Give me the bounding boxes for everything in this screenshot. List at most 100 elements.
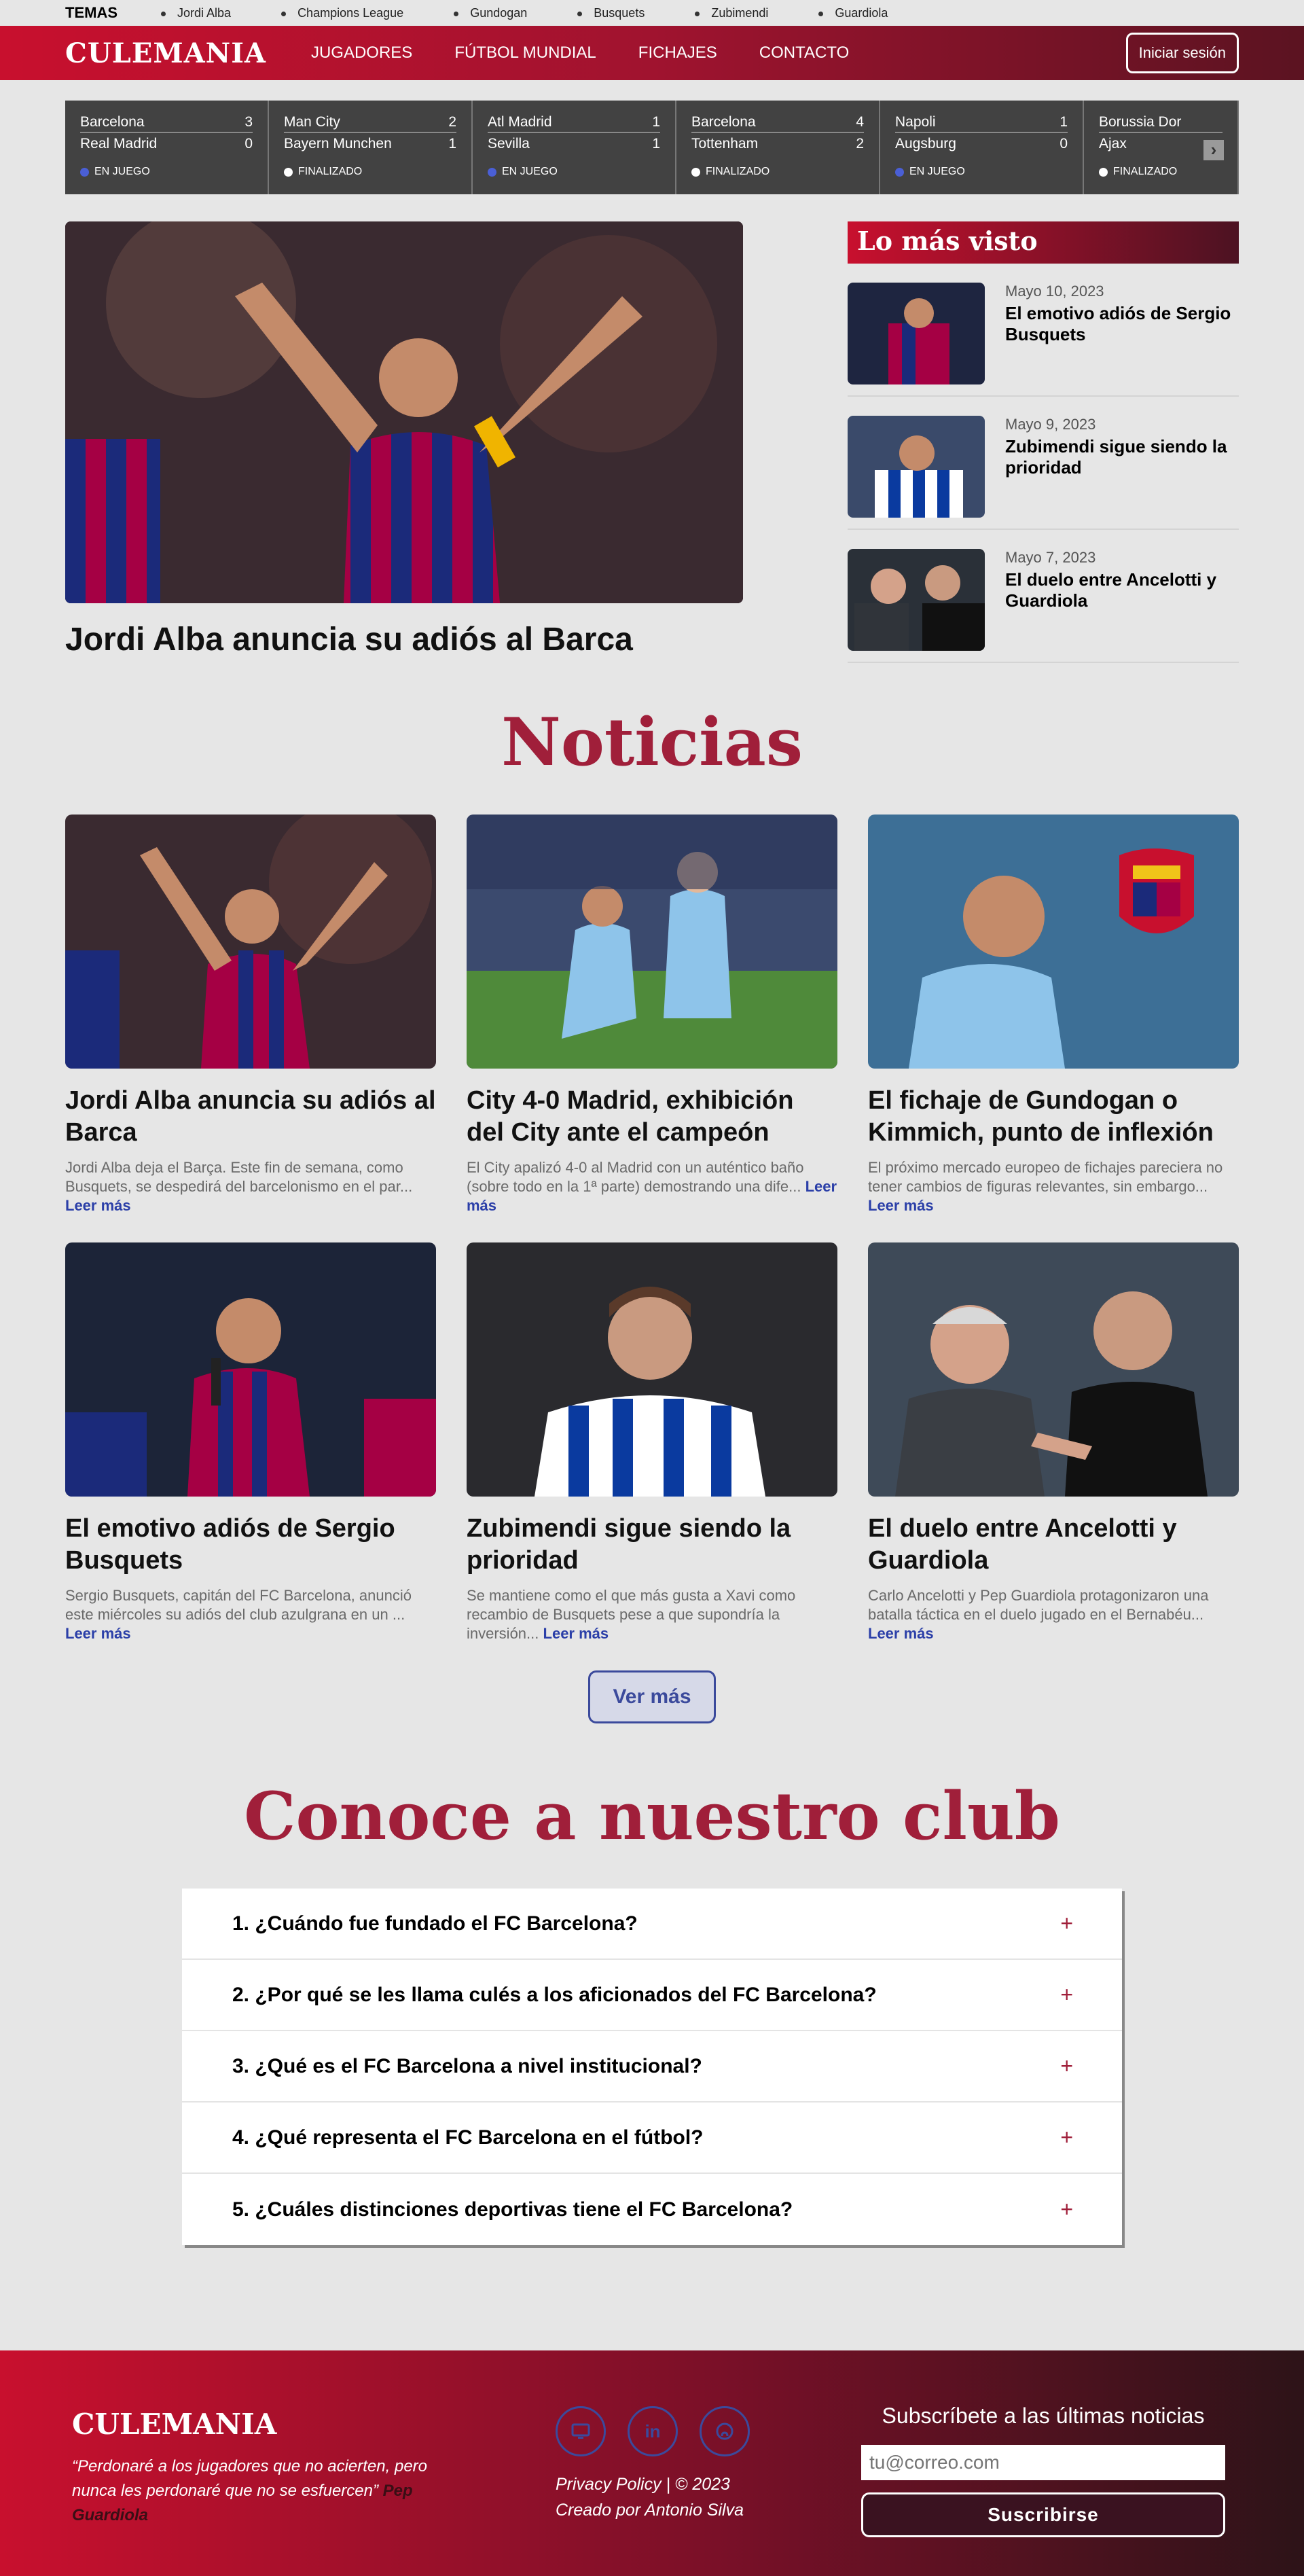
away-team: Bayern Munchen [284, 136, 392, 151]
news-card[interactable]: Zubimendi sigue siendo la prioridad Se m… [467, 1242, 837, 1643]
topics-label: TEMAS [65, 4, 117, 21]
privacy-link[interactable]: Privacy Policy | © 2023 [556, 2475, 730, 2494]
email-field[interactable] [861, 2445, 1225, 2480]
faq-item[interactable]: 1. ¿Cuándo fue fundado el FC Barcelona? + [182, 1889, 1122, 1960]
match-card[interactable]: Barcelona 3 Real Madrid 0 EN JUEGO [65, 101, 269, 194]
scores-ticker: Barcelona 3 Real Madrid 0 EN JUEGO Man Cit… [65, 101, 1239, 194]
nav-link-contacto[interactable]: CONTACTO [759, 43, 849, 62]
news-card-excerpt: Jordi Alba deja el Barça. Este fin de se… [65, 1159, 413, 1214]
news-card[interactable]: City 4-0 Madrid, exhibición del City ant… [467, 815, 837, 1215]
news-card-image[interactable] [467, 1242, 837, 1497]
nav-links: JUGADORES FÚTBOL MUNDIAL FICHAJES CONTAC… [311, 43, 1126, 62]
faq-item[interactable]: 2. ¿Por qué se les llama culés a los afi… [182, 1960, 1122, 2031]
news-card-image[interactable] [65, 815, 436, 1069]
match-card[interactable]: Barcelona 4 Tottenham 2 FINALIZADO [676, 101, 880, 194]
hero-image[interactable] [65, 221, 743, 603]
topic-link[interactable]: Jordi Alba [158, 6, 231, 20]
read-more-link[interactable]: Leer más [868, 1625, 934, 1642]
subscribe-button[interactable]: Suscribirse [861, 2492, 1225, 2537]
topic-link[interactable]: Gundogan [451, 6, 527, 20]
news-card-title[interactable]: El emotivo adiós de Sergio Busquets [65, 1513, 436, 1577]
news-card-image[interactable] [868, 815, 1239, 1069]
hero-title[interactable]: Jordi Alba anuncia su adiós al Barca [65, 621, 743, 658]
most-viewed-item[interactable]: Mayo 7, 2023 El duelo entre Ancelotti y … [848, 530, 1239, 663]
load-more-button[interactable]: Ver más [588, 1670, 716, 1723]
footer-credit: Creado por Antonio Silva [556, 2501, 744, 2520]
faq-item[interactable]: 4. ¿Qué representa el FC Barcelona en el… [182, 2103, 1122, 2174]
social-links: in [556, 2406, 750, 2456]
match-card[interactable]: Man City 2 Bayern Munchen 1 FINALIZADO [269, 101, 473, 194]
news-card-title[interactable]: City 4-0 Madrid, exhibición del City ant… [467, 1085, 837, 1149]
home-score: 1 [1060, 114, 1068, 130]
topics-bar: TEMAS Jordi Alba Champions League Gundog… [65, 0, 1239, 26]
article-thumbnail[interactable] [848, 549, 985, 651]
plus-icon[interactable]: + [1060, 2054, 1073, 2079]
finished-dot-icon [284, 167, 293, 177]
chevron-right-icon[interactable]: › [1203, 140, 1224, 160]
article-title[interactable]: El duelo entre Ancelotti y Guardiola [1005, 569, 1239, 611]
club-heading: Conoce a nuestro club [244, 1778, 1060, 1855]
match-card[interactable]: Atl Madrid 1 Sevilla 1 EN JUEGO [473, 101, 676, 194]
monitor-icon[interactable] [556, 2406, 606, 2456]
plus-icon[interactable]: + [1060, 2197, 1073, 2222]
match-card[interactable]: Napoli 1 Augsburg 0 EN JUEGO [880, 101, 1084, 194]
news-card-title[interactable]: Jordi Alba anuncia su adiós al Barca [65, 1085, 436, 1149]
away-team: Sevilla [488, 136, 530, 151]
plus-icon[interactable]: + [1060, 1911, 1073, 1936]
article-title[interactable]: El emotivo adiós de Sergio Busquets [1005, 303, 1239, 345]
match-status: FINALIZADO [1113, 166, 1178, 177]
read-more-link[interactable]: Leer más [65, 1197, 131, 1214]
article-date: Mayo 10, 2023 [1005, 283, 1104, 300]
article-title[interactable]: Zubimendi sigue siendo la prioridad [1005, 436, 1239, 478]
away-score: 1 [448, 136, 456, 151]
home-team: Man City [284, 114, 340, 130]
read-more-link[interactable]: Leer más [65, 1625, 131, 1642]
news-card-title[interactable]: Zubimendi sigue siendo la prioridad [467, 1513, 837, 1577]
site-logo[interactable]: CULEMANIA [65, 37, 266, 69]
article-thumbnail[interactable] [848, 283, 985, 384]
article-date: Mayo 9, 2023 [1005, 416, 1096, 433]
news-card[interactable]: El fichaje de Gundogan o Kimmich, punto … [868, 815, 1239, 1215]
news-card[interactable]: Jordi Alba anuncia su adiós al Barca Jor… [65, 815, 436, 1215]
news-card-title[interactable]: El duelo entre Ancelotti y Guardiola [868, 1513, 1239, 1577]
nav-link-futbol-mundial[interactable]: FÚTBOL MUNDIAL [454, 43, 596, 62]
footer-logo[interactable]: CULEMANIA [72, 2408, 452, 2441]
finished-dot-icon [1099, 167, 1108, 177]
plus-icon[interactable]: + [1060, 2125, 1073, 2150]
home-score: 4 [856, 114, 864, 130]
news-card[interactable]: El emotivo adiós de Sergio Busquets Serg… [65, 1242, 436, 1643]
news-card[interactable]: El duelo entre Ancelotti y Guardiola Car… [868, 1242, 1239, 1643]
faq-question: 4. ¿Qué representa el FC Barcelona en el… [232, 2126, 704, 2149]
away-team: Tottenham [691, 136, 759, 151]
login-button[interactable]: Iniciar sesión [1125, 33, 1239, 73]
topic-link[interactable]: Busquets [575, 6, 645, 20]
linkedin-icon[interactable]: in [628, 2406, 678, 2456]
away-team: Augsburg [895, 136, 956, 151]
news-card-excerpt: El próximo mercado europeo de fichajes p… [868, 1159, 1223, 1214]
news-card-title[interactable]: El fichaje de Gundogan o Kimmich, punto … [868, 1085, 1239, 1149]
topic-link[interactable]: Champions League [278, 6, 403, 20]
topic-link[interactable]: Zubimendi [692, 6, 768, 20]
hero-section: Jordi Alba anuncia su adiós al Barca Lo … [65, 221, 1239, 663]
most-viewed-item[interactable]: Mayo 9, 2023 Zubimendi sigue siendo la p… [848, 397, 1239, 530]
nav-link-fichajes[interactable]: FICHAJES [638, 43, 717, 62]
news-card-image[interactable] [868, 1242, 1239, 1497]
faq-item[interactable]: 3. ¿Qué es el FC Barcelona a nivel insti… [182, 2031, 1122, 2103]
read-more-link[interactable]: Leer más [543, 1625, 609, 1642]
plus-icon[interactable]: + [1060, 1982, 1073, 2007]
read-more-link[interactable]: Leer más [868, 1197, 934, 1214]
github-icon[interactable] [700, 2406, 750, 2456]
news-card-image[interactable] [467, 815, 837, 1069]
news-card-image[interactable] [65, 1242, 436, 1497]
away-score: 0 [1060, 136, 1068, 151]
faq-item[interactable]: 5. ¿Cuáles distinciones deportivas tiene… [182, 2174, 1122, 2245]
home-team: Atl Madrid [488, 114, 552, 130]
topic-link[interactable]: Guardiola [816, 6, 888, 20]
article-thumbnail[interactable] [848, 416, 985, 518]
topics-list: Jordi Alba Champions League Gundogan Bus… [158, 6, 935, 20]
hero-photo-illustration [65, 221, 743, 603]
most-viewed-item[interactable]: Mayo 10, 2023 El emotivo adiós de Sergio… [848, 264, 1239, 397]
subscribe-heading: Subscríbete a las últimas noticias [882, 2403, 1205, 2428]
nav-link-jugadores[interactable]: JUGADORES [311, 43, 412, 62]
away-score: 2 [856, 136, 864, 151]
